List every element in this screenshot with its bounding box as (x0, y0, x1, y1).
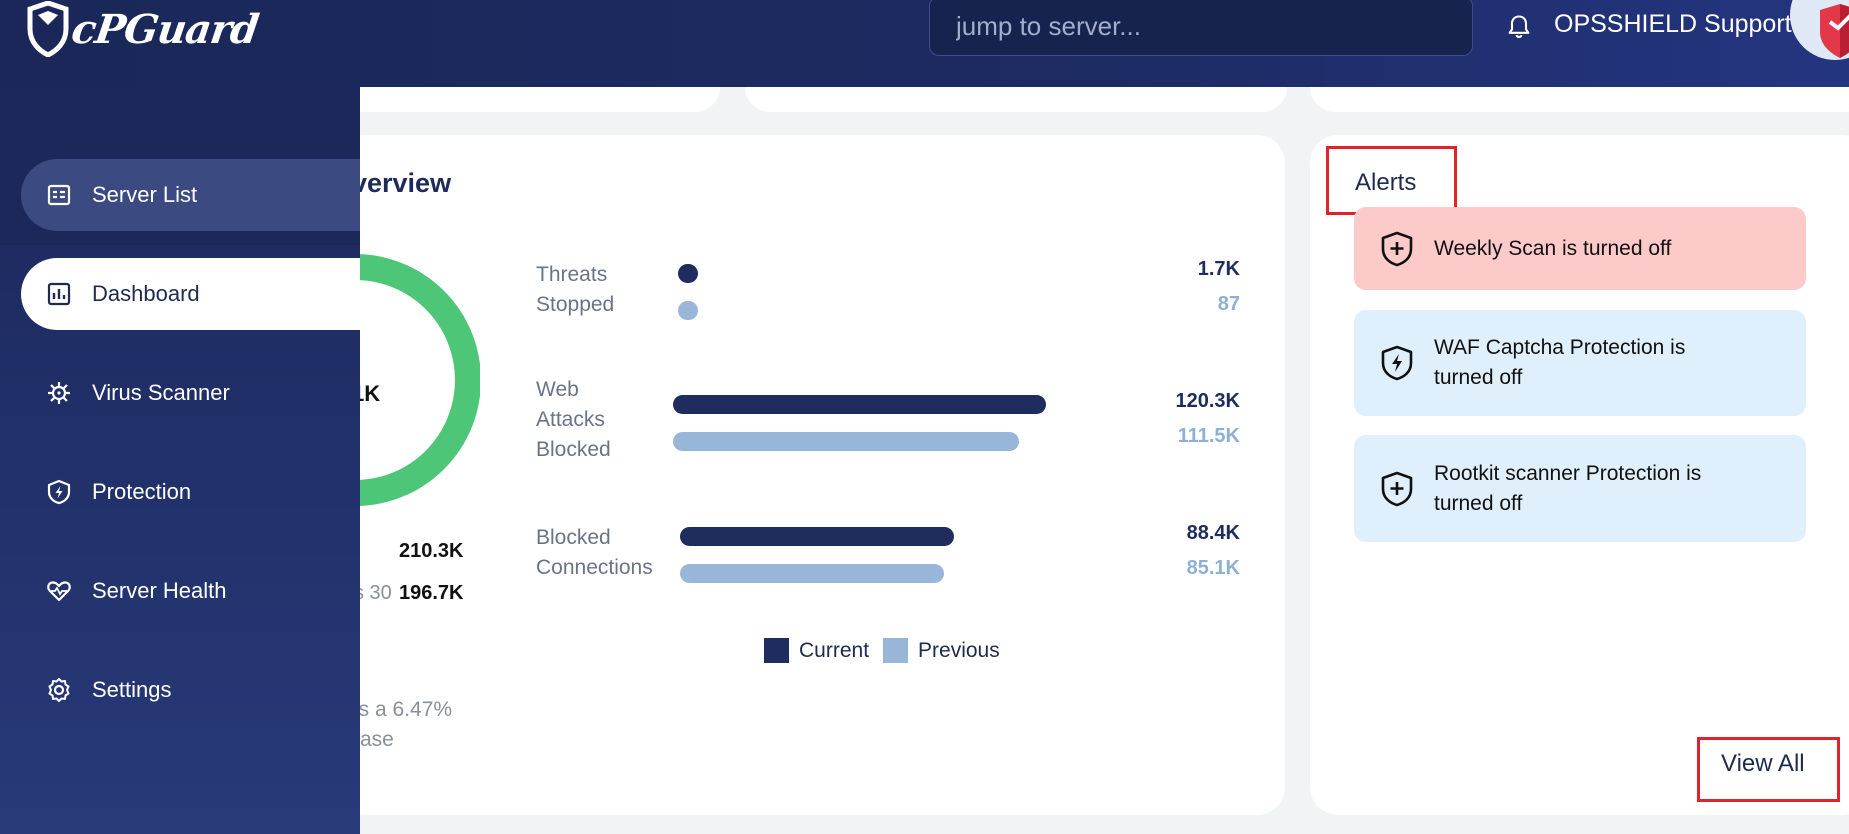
alert-text-line1: Rootkit scanner Protection is (1434, 461, 1702, 485)
legend-current-swatch (764, 638, 789, 663)
change-note-line2: ase (360, 728, 394, 751)
sidebar-item-label: Server List (92, 182, 198, 207)
sidebar: Server List Dashboard Virus Scanner Prot… (0, 87, 360, 834)
chart-legend: Current Previous (764, 638, 1000, 663)
shield-plus-icon (1381, 231, 1413, 266)
logo-shield-icon (27, 1, 69, 57)
change-note-line1: is a 6.47% (354, 698, 453, 721)
category-label: Web Attacks Blocked (536, 378, 611, 461)
top-header: cPGuard OPSSHIELD Support (0, 0, 1849, 87)
previous-value-label: 111.5K (1177, 425, 1240, 447)
sidebar-item-dashboard[interactable]: Dashboard (21, 258, 360, 330)
alert-waf-captcha[interactable]: WAF Captcha Protection is turned off (1354, 310, 1806, 416)
current-value-label: 88.4K (1186, 522, 1240, 544)
previous-bar (673, 432, 1019, 451)
avatar[interactable] (1790, 0, 1849, 60)
summary-card-2 (745, 87, 1287, 112)
sidebar-item-label: Protection (92, 479, 192, 504)
alert-text-line1: WAF Captcha Protection is (1434, 336, 1686, 359)
bell-icon[interactable] (1505, 13, 1533, 41)
stat-current-value: 210.3K (399, 540, 464, 562)
sidebar-item-label: Virus Scanner (92, 380, 230, 405)
category-label: Blocked Connections (536, 526, 653, 579)
alert-text: Weekly Scan is turned off (1434, 236, 1672, 260)
alerts-title-highlight (1326, 146, 1457, 215)
sidebar-item-label: Settings (92, 677, 172, 702)
bar-chart-icon (47, 282, 71, 306)
overview-title: verview (352, 168, 452, 198)
sidebar-item-server-health[interactable]: Server Health (21, 555, 360, 627)
previous-value-label: 85.1K (1186, 557, 1240, 579)
server-search-input[interactable] (956, 10, 1472, 42)
current-bar (678, 264, 698, 283)
current-bar (680, 527, 954, 546)
virus-icon (48, 382, 70, 404)
current-bar (673, 395, 1046, 414)
alert-text-line2: turned off (1434, 366, 1523, 389)
sidebar-item-virus-scanner[interactable]: Virus Scanner (21, 357, 360, 429)
summary-card-1 (340, 87, 720, 112)
sidebar-item-label: Dashboard (92, 281, 200, 306)
list-icon (47, 184, 71, 206)
previous-bar (680, 564, 944, 583)
legend-current-label: Current (799, 638, 870, 662)
shield-plus-icon (1381, 471, 1413, 506)
shield-bolt-icon (1381, 345, 1413, 381)
support-link[interactable]: OPSSHIELD Support (1554, 10, 1792, 39)
sidebar-item-protection[interactable]: Protection (21, 456, 360, 528)
summary-card-3 (1310, 87, 1849, 112)
current-value-label: 1.7K (1197, 258, 1240, 280)
sidebar-item-server-list[interactable]: Server List (21, 159, 360, 231)
previous-bar (678, 301, 698, 320)
sidebar-item-label: Server Health (92, 578, 227, 603)
alert-weekly-scan[interactable]: Weekly Scan is turned off (1354, 207, 1806, 290)
current-value-label: 120.3K (1175, 390, 1241, 412)
shield-bolt-icon (47, 479, 71, 505)
category-label: Threats Stopped (536, 263, 615, 316)
avatar-shield-icon (1820, 4, 1849, 58)
stat-previous-value: 196.7K (399, 582, 464, 604)
previous-value-label: 87 (1217, 293, 1240, 315)
heartbeat-icon (47, 581, 71, 602)
gear-icon (48, 678, 70, 702)
server-search[interactable] (929, 0, 1473, 56)
sidebar-item-settings[interactable]: Settings (21, 654, 360, 726)
cpguard-logo[interactable]: cPGuard (26, 0, 261, 58)
legend-previous-label: Previous (918, 638, 1000, 662)
logo-text: cPGuard (68, 5, 261, 53)
alert-rootkit-scanner[interactable]: Rootkit scanner Protection is turned off (1354, 435, 1806, 542)
alert-text-line2: turned off (1434, 491, 1523, 515)
view-all-highlight (1697, 737, 1840, 802)
legend-previous-swatch (883, 638, 909, 663)
